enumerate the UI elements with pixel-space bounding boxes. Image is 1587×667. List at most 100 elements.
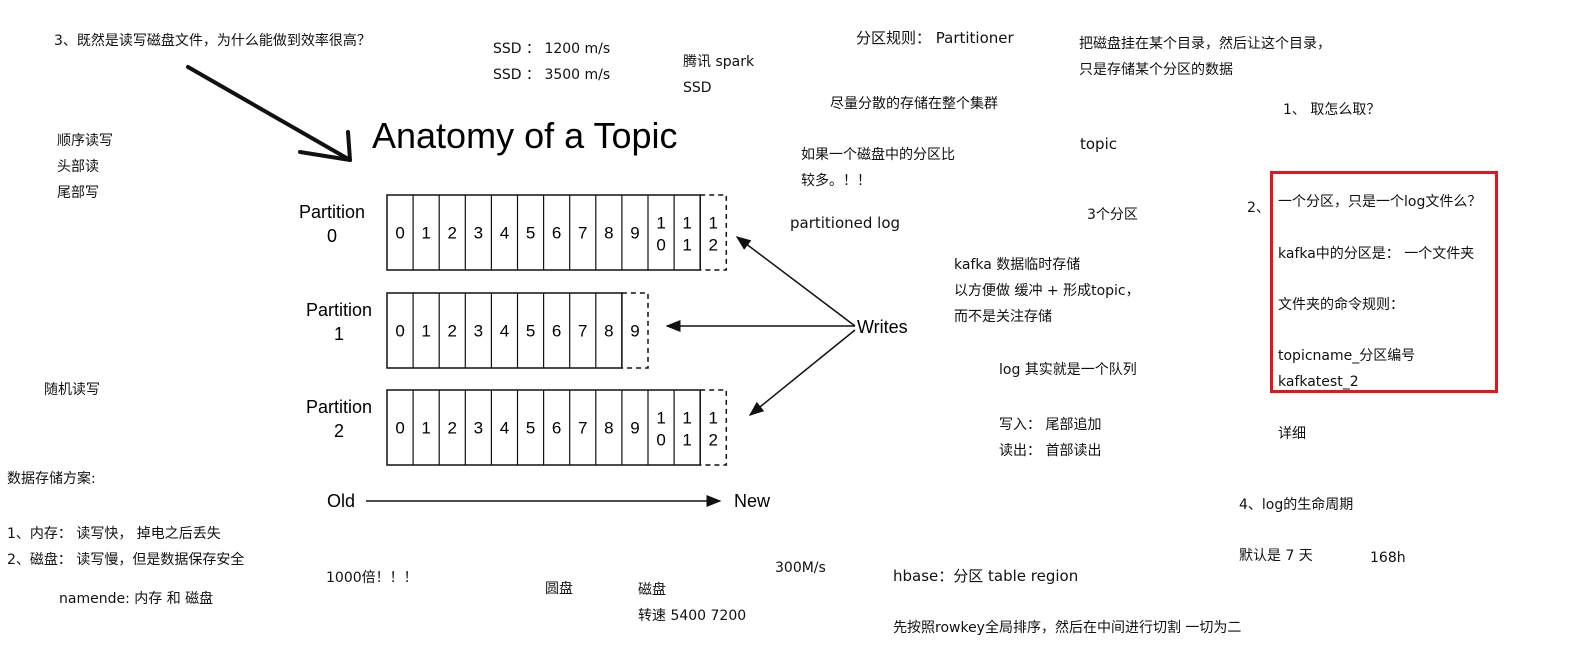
storage-plan-item: 2、磁盘： 读写慢，但是数据保存安全 <box>7 552 245 568</box>
offset-cell: 0 <box>395 419 404 438</box>
offset-cell: 9 <box>630 419 639 438</box>
rowkey-note: 先按照rowkey全局排序，然后在中间进行切割 一切为二 <box>893 620 1242 636</box>
sequential-rw-notes: 顺序读写 头部读 尾部写 <box>57 128 113 206</box>
partition-label: Partition <box>306 397 372 417</box>
offset-cell: 5 <box>526 322 535 341</box>
offset-cell: 6 <box>552 224 561 243</box>
partition-label: Partition <box>306 300 372 320</box>
offset-cell: 4 <box>500 322 509 341</box>
offset-cell: 11 <box>682 214 691 255</box>
random-rw-note: 随机读写 <box>44 382 100 398</box>
q2-box-line: kafkatest_2 <box>1278 374 1359 390</box>
offset-cell: 8 <box>604 322 613 341</box>
offset-cell: 6 <box>552 322 561 341</box>
offset-cell: 10 <box>656 214 665 255</box>
kafka-temp-line: 而不是关注存储 <box>954 309 1052 325</box>
old-label: Old <box>327 491 355 511</box>
offset-cell: 8 <box>604 224 613 243</box>
hbase-note: hbase：分区 table region <box>893 567 1079 585</box>
q2-box-line: topicname_分区编号 <box>1278 348 1416 364</box>
offset-cell: 8 <box>604 419 613 438</box>
namenode-note: namende: 内存 和 磁盘 <box>59 591 214 607</box>
storage-plan-title: 数据存储方案: <box>7 471 96 487</box>
disk-speed-note: 磁盘 转速 5400 7200 <box>638 577 746 629</box>
mount-note: 把磁盘挂在某个目录，然后让这个目录， 只是存储某个分区的数据 <box>1079 31 1331 83</box>
offset-cell: 5 <box>526 224 535 243</box>
write-read-line: 读出： 首部读出 <box>999 443 1102 459</box>
detail-note: 详细 <box>1278 426 1306 442</box>
hours-note: 168h <box>1370 550 1406 566</box>
seq-line: 头部读 <box>57 159 99 175</box>
disk-round-note: 圆盘 <box>545 581 573 597</box>
storage-plan-list: 1、内存： 读写快， 掉电之后丢失 2、磁盘： 读写慢，但是数据保存安全 <box>7 521 244 573</box>
partition-index: 1 <box>334 324 344 344</box>
log-queue-note: log 其实就是一个队列 <box>999 362 1137 378</box>
disk-many-line: 较多。！！ <box>801 173 871 189</box>
offset-cell: 11 <box>682 409 691 450</box>
disk-speed-line: 转速 5400 7200 <box>638 608 747 624</box>
offset-cell: 6 <box>552 419 561 438</box>
partitioned-log-note: partitioned log <box>790 214 901 232</box>
q2-box-line: 一个分区，只是一个log文件么？ <box>1278 194 1482 210</box>
partitioner-note: 分区规则： Partitioner <box>856 29 1014 47</box>
question-2-number: 2、 <box>1247 200 1270 216</box>
ssd-line: SSD ： 3500 m/s <box>493 67 611 83</box>
offset-cell: 0 <box>395 224 404 243</box>
offset-cell: 7 <box>578 322 587 341</box>
question-4: 4、log的生命周期 <box>1239 497 1354 513</box>
diagram-title: Anatomy of a Topic <box>372 115 678 156</box>
offset-cell: 9 <box>630 224 639 243</box>
write-read-note: 写入： 尾部追加 读出： 首部读出 <box>999 412 1101 464</box>
tencent-line: 腾讯 spark <box>683 54 755 70</box>
open-cell-frame <box>700 194 728 271</box>
offset-cell: 12 <box>709 409 718 450</box>
tencent-note: 腾讯 spark SSD <box>683 49 754 101</box>
offset-cell: 3 <box>474 224 483 243</box>
offset-cell: 3 <box>474 322 483 341</box>
q2-box-line: kafka中的分区是： 一个文件夹 <box>1278 246 1475 262</box>
offset-cell: 2 <box>448 224 457 243</box>
open-cell-frame <box>700 389 728 466</box>
offset-cell: 0 <box>395 322 404 341</box>
q2-box-line: 文件夹的命令规则： <box>1278 297 1404 313</box>
offset-cell: 10 <box>656 409 665 450</box>
offset-cell: 5 <box>526 419 535 438</box>
mount-line: 只是存储某个分区的数据 <box>1079 62 1233 78</box>
tencent-line: SSD <box>683 80 712 96</box>
offset-cell: 2 <box>448 419 457 438</box>
partitions-layer: Partition0 0 1 2 3 4 5 6 7 8 91 01 11 2Partition1 0 1 2 3… <box>299 194 728 466</box>
partition-row: Partition1 0 1 2 3 4 5 6 7 8 9 <box>306 292 649 369</box>
disk-many-note: 如果一个磁盘中的分区比 较多。！！ <box>801 142 955 194</box>
writes-label: Writes <box>857 317 908 337</box>
default-days-note: 默认是 7 天 <box>1239 548 1313 564</box>
offset-cell: 1 <box>421 322 430 341</box>
partition-index: 0 <box>327 226 337 246</box>
offset-cell: 1 <box>421 419 430 438</box>
partition-row: Partition0 0 1 2 3 4 5 6 7 8 91 01 11 2 <box>299 194 728 271</box>
offset-cell: 4 <box>500 224 509 243</box>
storage-plan-item: 1、内存： 读写快， 掉电之后丢失 <box>7 526 221 542</box>
question-1: 1、 取怎么取？ <box>1283 102 1381 118</box>
spread-note: 尽量分散的存储在整个集群 <box>830 96 998 112</box>
kafka-temp-note: kafka 数据临时存储 以方便做 缓冲 + 形成topic， 而不是关注存储 <box>954 252 1140 330</box>
disk-many-line: 如果一个磁盘中的分区比 <box>801 147 955 163</box>
offset-cell: 7 <box>578 224 587 243</box>
offset-cell: 1 <box>421 224 430 243</box>
question-efficiency: 3、既然是读写磁盘文件，为什么能做到效率很高？ <box>54 33 371 49</box>
kafka-temp-line: kafka 数据临时存储 <box>954 257 1081 273</box>
offset-cell: 4 <box>500 419 509 438</box>
three-partitions-note: 3个分区 <box>1087 207 1138 223</box>
mount-line: 把磁盘挂在某个目录，然后让这个目录， <box>1079 36 1331 52</box>
writes-arrows <box>665 236 856 416</box>
offset-cell: 9 <box>630 322 639 341</box>
seq-line: 尾部写 <box>57 185 99 201</box>
write-read-line: 写入： 尾部追加 <box>999 417 1102 433</box>
topic-note: topic <box>1080 135 1117 153</box>
thousand-times-note: 1000倍！！！ <box>326 570 418 586</box>
partition-index: 2 <box>334 421 344 441</box>
speed-300-note: 300M/s <box>775 560 826 576</box>
disk-speed-line: 磁盘 <box>638 582 666 598</box>
ssd-speeds: SSD ： 1200 m/s SSD ： 3500 m/s <box>493 36 610 88</box>
offset-cell: 12 <box>709 214 718 255</box>
kafka-temp-line: 以方便做 缓冲 + 形成topic， <box>954 283 1140 299</box>
